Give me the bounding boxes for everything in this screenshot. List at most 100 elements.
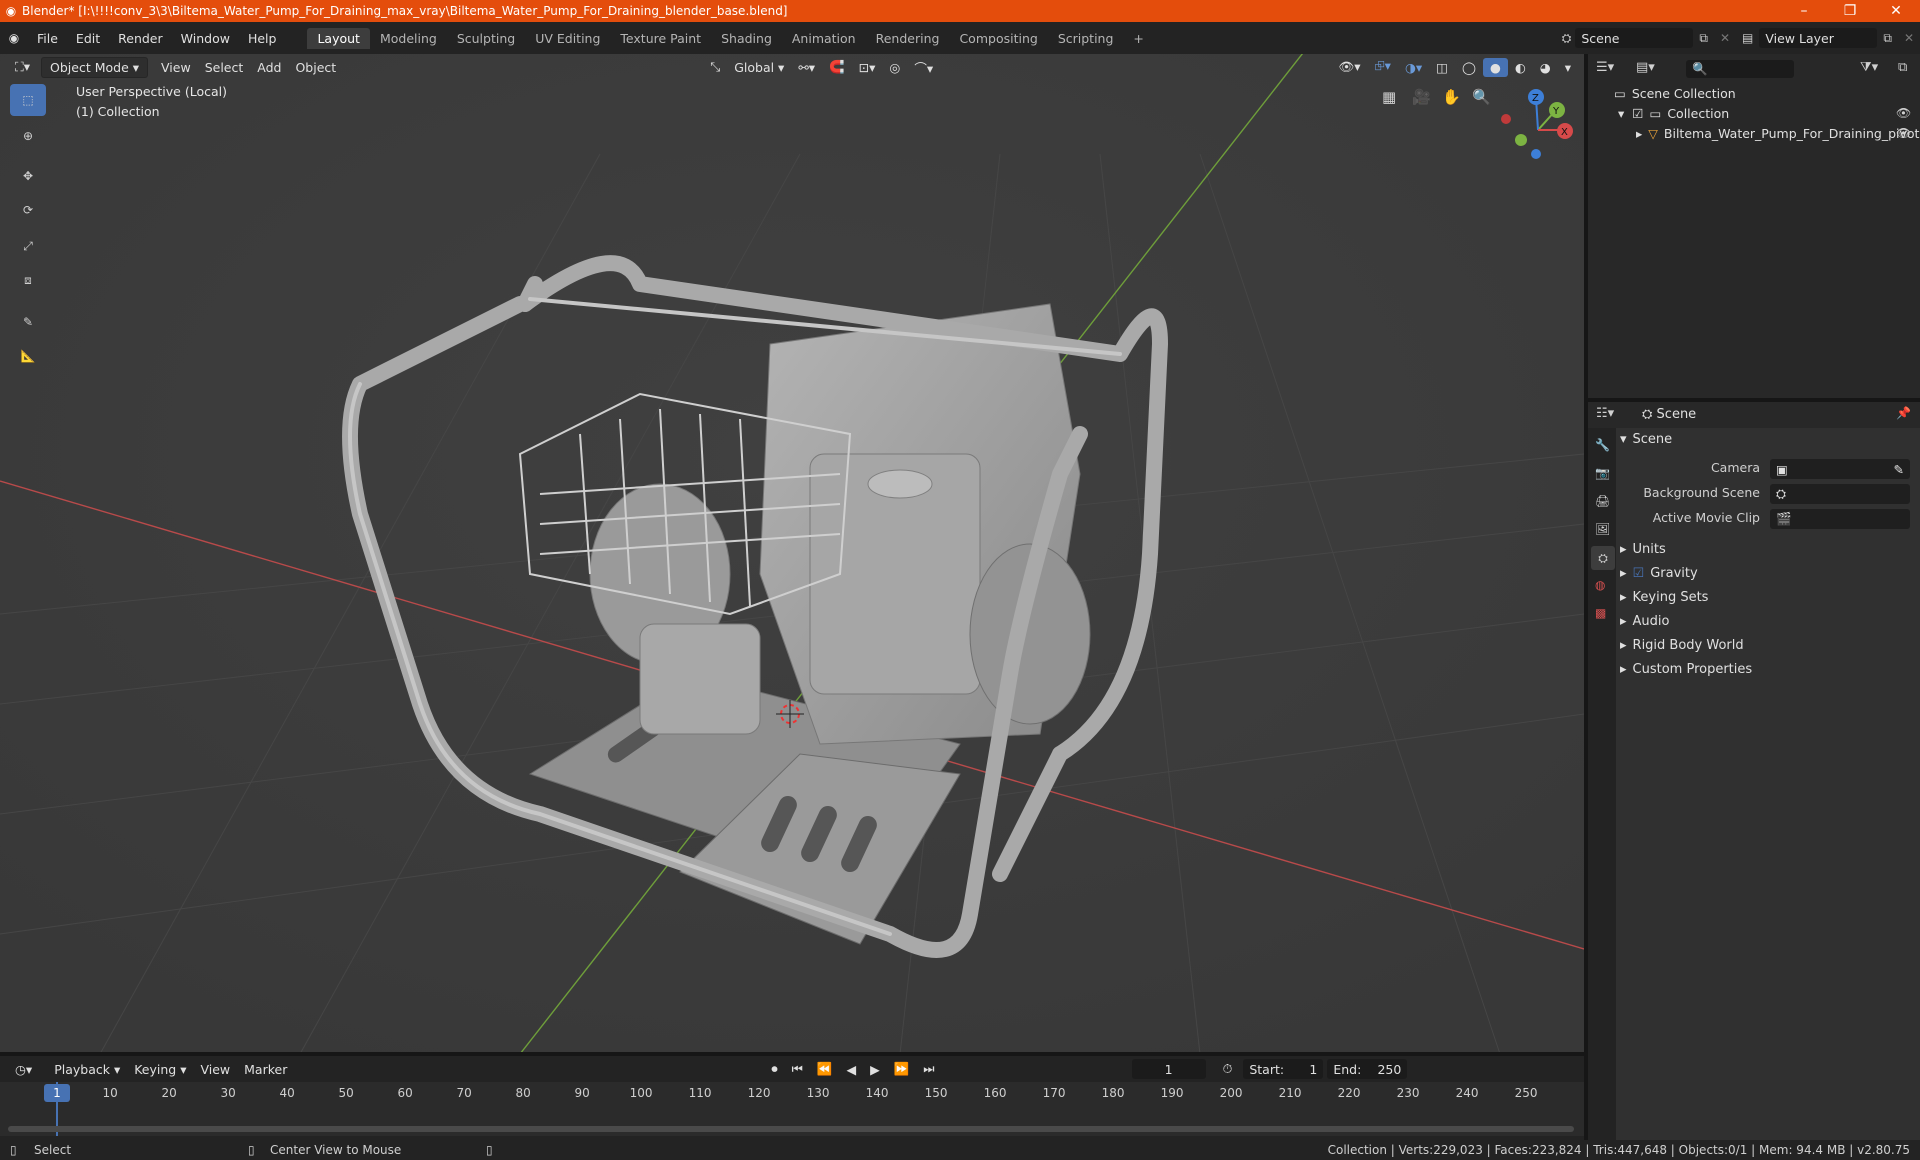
new-collection-icon[interactable]: ⧉ bbox=[1898, 60, 1907, 75]
pivot-point-icon[interactable]: ⚯▾ bbox=[791, 58, 822, 77]
close-button[interactable]: ✕ bbox=[1876, 0, 1916, 22]
tab-layout[interactable]: Layout bbox=[307, 27, 370, 49]
tab-modeling[interactable]: Modeling bbox=[370, 28, 447, 49]
background-scene-field[interactable]: ⛭ bbox=[1770, 484, 1910, 504]
move-tool-icon[interactable]: ✥ bbox=[10, 160, 46, 192]
expand-icon[interactable]: ▾ bbox=[1618, 106, 1624, 121]
add-workspace-icon[interactable]: + bbox=[1123, 28, 1153, 49]
camera-field[interactable]: ▣ ✎ bbox=[1770, 459, 1910, 479]
record-icon[interactable]: ⏺ bbox=[764, 1059, 784, 1079]
3d-viewport[interactable] bbox=[0, 54, 1584, 1054]
blender-menu-icon[interactable]: ◉ bbox=[0, 31, 28, 45]
timeline-menu-keying[interactable]: Keying ▾ bbox=[127, 1060, 193, 1079]
visibility-eye-icon[interactable]: 👁 bbox=[1896, 126, 1911, 140]
scene-selector-icon[interactable]: ⛭ bbox=[1558, 31, 1576, 46]
viewport-menu-view[interactable]: View bbox=[154, 58, 198, 77]
play-icon[interactable]: ▶ bbox=[863, 1060, 887, 1079]
transform-orientation-dropdown[interactable]: Global ▾ bbox=[727, 58, 791, 77]
tab-world-icon[interactable]: ◍ bbox=[1595, 578, 1605, 592]
tab-sculpting[interactable]: Sculpting bbox=[447, 28, 525, 49]
visibility-icon[interactable]: 👁▾ bbox=[1331, 57, 1367, 77]
tab-shading[interactable]: Shading bbox=[711, 28, 782, 49]
timeline-editor-icon[interactable]: ◷▾ bbox=[8, 1060, 39, 1079]
jump-start-icon[interactable]: ⏮ bbox=[785, 1059, 810, 1079]
prev-keyframe-icon[interactable]: ⏪ bbox=[810, 1059, 840, 1079]
scene-field[interactable]: Scene bbox=[1575, 28, 1694, 48]
new-scene-icon[interactable]: ⧉ bbox=[1693, 31, 1714, 46]
outliner-collection-row[interactable]: ▾ ☑ ▭ Collection bbox=[1618, 106, 1729, 121]
keying-sets-panel-header[interactable]: ▸ Keying Sets bbox=[1620, 585, 1916, 609]
menu-file[interactable]: File bbox=[28, 31, 67, 46]
expand-icon[interactable]: ▸ bbox=[1636, 126, 1642, 141]
viewport-menu-select[interactable]: Select bbox=[198, 58, 251, 77]
toggle-camera-grid-icon[interactable]: ▦ bbox=[1382, 88, 1396, 106]
preview-range-icon[interactable]: ⏱ bbox=[1216, 1059, 1240, 1079]
rigid-body-world-panel-header[interactable]: ▸ Rigid Body World bbox=[1620, 633, 1916, 657]
navigation-gizmo[interactable]: Z Y X bbox=[1498, 84, 1578, 164]
rotate-tool-icon[interactable]: ⟳ bbox=[10, 194, 46, 226]
tab-rendering[interactable]: Rendering bbox=[866, 28, 950, 49]
units-panel-header[interactable]: ▸ Units bbox=[1620, 537, 1916, 561]
viewport-menu-add[interactable]: Add bbox=[250, 58, 288, 77]
viewport-menu-object[interactable]: Object bbox=[288, 58, 343, 77]
start-frame-field[interactable]: Start: 1 bbox=[1243, 1059, 1324, 1079]
camera-view-icon[interactable]: 🎥 bbox=[1412, 88, 1431, 106]
custom-properties-panel-header[interactable]: ▸ Custom Properties bbox=[1620, 657, 1916, 681]
solid-shading-icon[interactable]: ● bbox=[1482, 57, 1508, 77]
outliner-scene-collection[interactable]: ▭ Scene Collection bbox=[1614, 86, 1736, 101]
timeline-menu-marker[interactable]: Marker bbox=[237, 1060, 294, 1079]
scale-tool-icon[interactable]: ⤢ bbox=[10, 230, 46, 262]
tab-tool-icon[interactable]: 🔧 bbox=[1595, 438, 1610, 452]
falloff-icon[interactable]: ⌒▾ bbox=[907, 56, 940, 79]
tab-texture-paint[interactable]: Texture Paint bbox=[610, 28, 711, 49]
gizmo-toggle-icon[interactable]: ⮺▾ bbox=[1368, 55, 1398, 80]
annotate-tool-icon[interactable]: ✎ bbox=[10, 306, 46, 338]
delete-viewlayer-icon[interactable]: ✕ bbox=[1898, 31, 1920, 45]
maximize-button[interactable]: ❐ bbox=[1830, 0, 1870, 22]
scene-panel-header[interactable]: ▾ Scene bbox=[1620, 427, 1916, 451]
minimize-button[interactable]: – bbox=[1784, 0, 1824, 22]
menu-render[interactable]: Render bbox=[109, 31, 172, 46]
outliner-object-row[interactable]: ▸ ▽ Biltema_Water_Pump_For_Draining_pivo… bbox=[1636, 126, 1919, 141]
tab-uv-editing[interactable]: UV Editing bbox=[525, 28, 610, 49]
pan-view-icon[interactable]: ✋ bbox=[1442, 88, 1461, 106]
tab-render-icon[interactable]: 📷 bbox=[1595, 466, 1610, 480]
menu-help[interactable]: Help bbox=[239, 31, 286, 46]
snap-icon[interactable]: 🧲 bbox=[822, 57, 852, 77]
xray-icon[interactable]: ◫ bbox=[1429, 58, 1455, 77]
tab-texture-icon[interactable]: ▩ bbox=[1595, 606, 1606, 620]
timeline-menu-view[interactable]: View bbox=[193, 1060, 237, 1079]
delete-scene-icon[interactable]: ✕ bbox=[1714, 31, 1736, 45]
snap-target-icon[interactable]: ⊡▾ bbox=[852, 58, 883, 77]
timeline[interactable]: ◷▾ Playback ▾ Keying ▾ View Marker ⏺ ⏮ ⏪… bbox=[0, 1056, 1584, 1148]
tab-compositing[interactable]: Compositing bbox=[949, 28, 1047, 49]
wireframe-shading-icon[interactable]: ◯ bbox=[1455, 58, 1483, 77]
tab-scripting[interactable]: Scripting bbox=[1048, 28, 1124, 49]
tab-animation[interactable]: Animation bbox=[782, 28, 866, 49]
tab-scene-icon[interactable]: ⛭ bbox=[1591, 546, 1615, 570]
menu-window[interactable]: Window bbox=[172, 31, 239, 46]
outliner-editor-icon[interactable]: ☰▾ bbox=[1596, 60, 1614, 75]
zoom-view-icon[interactable]: 🔍 bbox=[1472, 88, 1491, 106]
next-keyframe-icon[interactable]: ⏩ bbox=[887, 1059, 917, 1079]
shading-options-icon[interactable]: ▾ bbox=[1558, 58, 1578, 77]
pin-icon[interactable]: 📌 bbox=[1896, 406, 1911, 420]
jump-end-icon[interactable]: ⏭ bbox=[916, 1059, 941, 1079]
gravity-checkbox[interactable]: ☑ bbox=[1633, 566, 1645, 581]
filter-icon[interactable]: ⧩▾ bbox=[1860, 60, 1878, 75]
viewlayer-field[interactable]: View Layer bbox=[1759, 28, 1878, 48]
outliner-search-input[interactable]: 🔍 bbox=[1686, 60, 1794, 78]
proportional-edit-icon[interactable]: ◎ bbox=[882, 58, 907, 77]
transform-tool-icon[interactable]: ⧈ bbox=[10, 264, 46, 296]
new-viewlayer-icon[interactable]: ⧉ bbox=[1877, 31, 1898, 46]
properties-editor-icon[interactable]: ☷▾ bbox=[1596, 406, 1614, 421]
current-frame-field[interactable]: 1 bbox=[1131, 1059, 1206, 1079]
select-box-tool-icon[interactable]: ⬚ bbox=[10, 84, 46, 116]
rendered-shading-icon[interactable]: ◕ bbox=[1533, 58, 1558, 77]
tab-output-icon[interactable]: 🖨 bbox=[1595, 494, 1610, 508]
timeline-scrollbar[interactable] bbox=[8, 1126, 1574, 1132]
audio-panel-header[interactable]: ▸ Audio bbox=[1620, 609, 1916, 633]
end-frame-field[interactable]: End: 250 bbox=[1327, 1059, 1408, 1079]
exclude-checkbox-icon[interactable]: ☑ bbox=[1632, 106, 1643, 121]
cursor-tool-icon[interactable]: ⊕ bbox=[10, 120, 46, 152]
